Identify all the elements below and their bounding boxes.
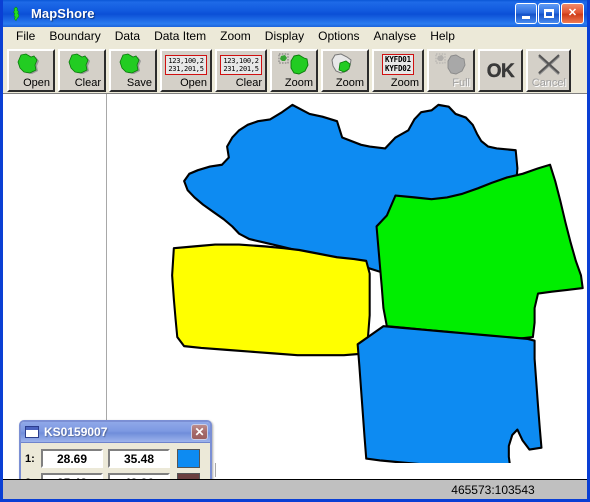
workspace: KS0159007 ✕ 1: 28.69 35.48 2: 35.48 42.2… (3, 93, 587, 479)
toolbar-button-zoom-dataitem[interactable]: KYFD01 KYFD02 Zoom (372, 48, 424, 92)
menu-item-zoom[interactable]: Zoom (213, 28, 258, 45)
legend-dialog-title: KS0159007 (44, 425, 108, 439)
toolbar-button-zoom-region[interactable]: Zoom (321, 48, 369, 92)
toolbar-button-cancel[interactable]: Cancel (526, 48, 571, 92)
menu-item-data-item[interactable]: Data Item (147, 28, 213, 45)
minimize-button[interactable] (515, 3, 537, 24)
legend-row-max-input[interactable]: 35.48 (108, 449, 170, 468)
west-yellow-region[interactable] (171, 243, 371, 357)
toolbar-label-boundary-clear: Clear (74, 76, 101, 89)
boundary-save-icon (111, 52, 155, 78)
mapshore-main-window: MapShore ✕ File Boundary Data Data Item … (0, 0, 590, 502)
window-title: MapShore (31, 6, 95, 21)
menu-item-file[interactable]: File (9, 28, 42, 45)
toolbar-button-data-open[interactable]: 123,100,2 231,201,5 Open (160, 48, 212, 92)
menu-item-help[interactable]: Help (423, 28, 462, 45)
menu-item-options[interactable]: Options (311, 28, 366, 45)
boundary-open-icon (9, 52, 53, 78)
legend-row-index: 2: (25, 477, 41, 480)
data-clear-icon: 123,100,2 231,201,5 (217, 52, 265, 78)
toolbar-button-ok[interactable]: OK (478, 48, 523, 92)
map-outline-icon (9, 6, 25, 22)
toolbar-label-zoom-full: Full (452, 76, 470, 89)
south-blue-region[interactable] (356, 325, 543, 463)
legend-dialog-titlebar: KS0159007 ✕ (21, 422, 210, 443)
map-canvas[interactable] (112, 94, 587, 463)
close-button[interactable]: ✕ (561, 3, 584, 24)
menubar: File Boundary Data Data Item Zoom Displa… (3, 27, 587, 46)
legend-row-min-input[interactable]: 28.69 (41, 449, 103, 468)
toolbar-button-boundary-save[interactable]: Save (109, 48, 157, 92)
ok-icon: OK (480, 57, 521, 87)
data-open-icon: 123,100,2 231,201,5 (162, 52, 210, 78)
zoom-dataitem-badge-line2: KYFD02 (385, 63, 411, 73)
menu-item-data[interactable]: Data (108, 28, 147, 45)
toolbar-label-boundary-save: Save (126, 76, 152, 89)
toolbar-button-zoom-area[interactable]: Zoom (270, 48, 318, 92)
zoom-region-icon (323, 52, 367, 78)
toolbar-label-zoom-region: Zoom (335, 76, 364, 89)
toolbar-label-data-open: Open (180, 76, 207, 89)
maximize-button[interactable] (538, 3, 560, 24)
data-open-badge-line2: 231,201,5 (168, 64, 204, 73)
data-clear-badge-line2: 231,201,5 (223, 64, 259, 73)
statusbar: 465573:103543 (3, 479, 587, 499)
legend-row-min-input[interactable]: 35.48 (41, 473, 103, 479)
legend-close-button[interactable]: ✕ (191, 424, 208, 440)
legend-row: 2: 35.48 42.26 (25, 471, 207, 479)
toolbar-label-cancel: Cancel (531, 76, 566, 89)
legend-row: 1: 28.69 35.48 (25, 447, 207, 470)
zoom-dataitem-icon: KYFD01 KYFD02 (374, 52, 422, 78)
toolbar-button-boundary-clear[interactable]: Clear (58, 48, 106, 92)
map-svg (171, 103, 584, 463)
toolbar-button-zoom-full[interactable]: Full (427, 48, 475, 92)
status-coordinates: 465573:103543 (451, 482, 535, 497)
menu-item-display[interactable]: Display (258, 28, 311, 45)
boundary-clear-icon (60, 52, 104, 78)
data-clear-badge-line1: 123,100,2 (223, 56, 259, 65)
document-icon (25, 426, 39, 438)
menu-item-boundary[interactable]: Boundary (42, 28, 107, 45)
toolbar: Open Clear Save 123,100,2 231,201,5 Open… (3, 46, 587, 93)
zoom-area-icon (272, 52, 316, 78)
legend-row-index: 1: (25, 452, 35, 465)
toolbar-label-boundary-open: Open (23, 76, 50, 89)
ok-icon-text: OK (486, 60, 515, 82)
legend-class-table: 1: 28.69 35.48 2: 35.48 42.26 3: 42.26 4… (21, 443, 210, 479)
data-open-badge-line1: 123,100,2 (168, 56, 204, 65)
toolbar-label-data-clear: Clear (235, 76, 262, 89)
legend-row-max-input[interactable]: 42.26 (108, 473, 170, 479)
toolbar-button-boundary-open[interactable]: Open (7, 48, 55, 92)
toolbar-button-data-clear[interactable]: 123,100,2 231,201,5 Clear (215, 48, 267, 92)
legend-row-color-swatch[interactable] (177, 473, 200, 479)
menu-item-analyse[interactable]: Analyse (367, 28, 424, 45)
legend-row-color-swatch[interactable] (177, 449, 200, 468)
legend-dialog[interactable]: KS0159007 ✕ 1: 28.69 35.48 2: 35.48 42.2… (19, 420, 212, 479)
zoom-full-icon (429, 52, 473, 78)
toolbar-label-zoom-dataitem: Zoom (390, 76, 419, 89)
cancel-icon (528, 52, 569, 78)
toolbar-label-zoom-area: Zoom (284, 76, 313, 89)
window-titlebar: MapShore ✕ (3, 0, 587, 27)
